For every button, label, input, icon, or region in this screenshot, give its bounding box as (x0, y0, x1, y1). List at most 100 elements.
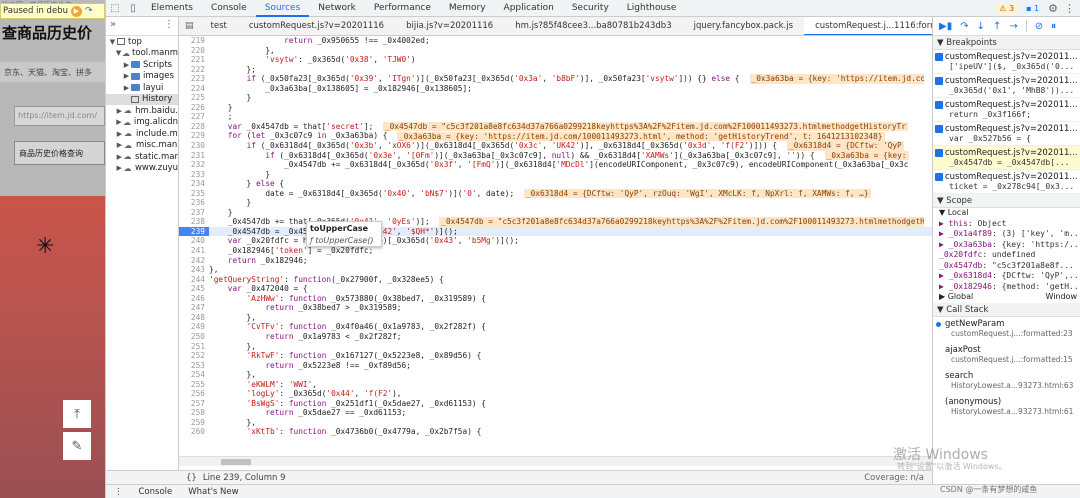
line-number[interactable]: 242 (179, 256, 209, 266)
line-number[interactable]: 232 (179, 160, 209, 170)
scope-variable[interactable]: ▶ this: Object (933, 219, 1080, 230)
back-to-top-icon[interactable]: ⤒ (63, 400, 91, 428)
collapsed-arrow-icon[interactable]: ▶ (115, 107, 124, 115)
breakpoint-checkbox[interactable] (935, 101, 943, 109)
line-number[interactable]: 231 (179, 151, 209, 161)
tree-item[interactable]: ▼ top (106, 36, 178, 48)
tree-item[interactable]: ▶ ☁ misc.man (106, 140, 178, 152)
line-number[interactable]: 257 (179, 399, 209, 409)
toggle-navigator-icon[interactable]: ▤ (179, 21, 200, 31)
line-number[interactable]: 238 (179, 217, 209, 227)
expanded-arrow-icon[interactable]: ▼ (115, 49, 122, 57)
line-number[interactable]: 236 (179, 198, 209, 208)
message-badge[interactable]: ▪ 1 (1023, 3, 1043, 13)
line-number[interactable]: 244 (179, 275, 209, 285)
tree-item[interactable]: ▼ ☁ tool.manm (106, 48, 178, 60)
code-line[interactable]: 225 } (179, 93, 932, 103)
line-number[interactable]: 222 (179, 65, 209, 75)
braces-icon[interactable]: {} (106, 473, 203, 483)
callstack-frame[interactable]: getNewParam customRequest.j...:formatted:… (933, 317, 1080, 343)
code-line[interactable]: 254 }, (179, 370, 932, 380)
code-line[interactable]: 233 } (179, 170, 932, 180)
step-over-icon[interactable]: ↷ (85, 6, 93, 16)
inspect-icon[interactable]: ⬚ (106, 3, 124, 14)
code-line[interactable]: 253 return _0x5223e8 !== _0xf89d56; (179, 361, 932, 371)
file-tab-test[interactable]: test (200, 17, 238, 35)
more-icon[interactable]: ⋮ (1064, 2, 1075, 15)
scope-header[interactable]: ▼ Scope (933, 194, 1080, 208)
line-number[interactable]: 219 (179, 36, 209, 46)
breakpoint-item[interactable]: customRequest.js?v=202011... _0x365d('0x1… (933, 74, 1080, 98)
line-number[interactable]: 239 (179, 226, 209, 237)
line-number[interactable]: 259 (179, 418, 209, 428)
tree-item[interactable]: ▶ ☁ static.mar (106, 151, 178, 163)
deactivate-breakpoints-icon[interactable]: ⊘ (1035, 21, 1043, 32)
breakpoint-item[interactable]: customRequest.js?v=202011... ['ipeUV']($,… (933, 50, 1080, 74)
scope-variable[interactable]: ▶ _0x3a63ba: {key: 'https:/... (933, 240, 1080, 251)
collapsed-arrow-icon[interactable]: ▶ (115, 141, 124, 149)
breakpoint-checkbox[interactable] (935, 125, 943, 133)
tree-item[interactable]: History (106, 93, 178, 105)
code-line[interactable]: 240 var _0x20fdfc = hex_md5(_0x4547db)[_… (179, 236, 932, 246)
code-line[interactable]: 243}, (179, 265, 932, 275)
current-execution-line[interactable]: 239 _0x4547db = _0x4547db[_0x365d('0x42'… (179, 226, 932, 237)
line-number[interactable]: 225 (179, 93, 209, 103)
breakpoint-checkbox[interactable] (935, 173, 943, 181)
platform-nav[interactable]: 京东、天猫、淘宝、拼多 (0, 62, 105, 82)
callstack-frame[interactable]: (anonymous) HistoryLowest.a...93273.html:… (933, 395, 1080, 421)
file-tab-hm[interactable]: hm.js?85f48cee3...ba80781b243db3 (504, 17, 682, 35)
scope-local[interactable]: ▼ Local (933, 208, 1080, 219)
step-icon[interactable]: → (1009, 21, 1017, 32)
code-line[interactable]: 249 'CvTFv': function _0x4f0a46(_0x1a978… (179, 322, 932, 332)
breakpoint-item[interactable]: customRequest.js?v=202011... _0x4547db = … (933, 146, 1080, 170)
file-tab-fancybox[interactable]: jquery.fancybox.pack.js (683, 17, 804, 35)
settings-icon[interactable]: ⚙ (1048, 2, 1058, 15)
code-line[interactable]: 237 } (179, 208, 932, 218)
expanded-arrow-icon[interactable]: ▼ (108, 38, 117, 46)
code-line[interactable]: 220 }, (179, 46, 932, 56)
tree-item[interactable]: ▶ ☁ www.zuyu (106, 163, 178, 175)
collapsed-arrow-icon[interactable]: ▶ (122, 72, 131, 80)
code-line[interactable]: 224 _0x3a63ba[_0x138605] = _0x182946[_0x… (179, 84, 932, 94)
line-number[interactable]: 241 (179, 246, 209, 256)
line-number[interactable]: 229 (179, 131, 209, 141)
tab-elements[interactable]: Elements (142, 0, 202, 17)
step-into-icon[interactable]: ↓ (977, 21, 985, 32)
callstack-frame[interactable]: ajaxPost customRequest.j...:formatted:15 (933, 343, 1080, 369)
tab-sources[interactable]: Sources (255, 0, 310, 17)
line-number[interactable]: 249 (179, 322, 209, 332)
code-line[interactable]: 226 } (179, 103, 932, 113)
line-number[interactable]: 240 (179, 236, 209, 246)
line-number[interactable]: 224 (179, 84, 209, 94)
line-number[interactable]: 235 (179, 189, 209, 199)
tree-item[interactable]: ▶ layui (106, 82, 178, 94)
collapsed-arrow-icon[interactable]: ▶ (122, 61, 131, 69)
drawer-tab-whats-new[interactable]: What's New (180, 487, 246, 497)
scrollbar-thumb[interactable] (221, 459, 251, 465)
scope-variable[interactable]: _0x4547db: "c5c3f201a8e8f... (933, 261, 1080, 272)
code-line[interactable]: 258 return _0x5dae27 == _0xd61153; (179, 408, 932, 418)
tree-item[interactable]: ▶ images (106, 71, 178, 83)
line-number[interactable]: 223 (179, 74, 209, 84)
code-line[interactable]: 251 }, (179, 342, 932, 352)
scope-variable[interactable]: ▶ _0x6318d4: {DCftw: 'QyP',... (933, 271, 1080, 282)
scope-global[interactable]: ▶ Global Window (933, 292, 1080, 303)
code-line[interactable]: 250 return _0x1a9783 < _0x2f282f; (179, 332, 932, 342)
line-number[interactable]: 260 (179, 427, 209, 437)
breakpoints-header[interactable]: ▼ Breakpoints (933, 36, 1080, 50)
collapsed-arrow-icon[interactable]: ▶ (115, 118, 123, 126)
breakpoint-checkbox[interactable] (935, 77, 943, 85)
collapsed-arrow-icon[interactable]: ▶ (115, 164, 124, 172)
collapsed-arrow-icon[interactable]: ▶ (115, 153, 124, 161)
code-line[interactable]: 260 'xKtTb': function _0x4736b0(_0x4779a… (179, 427, 932, 437)
breakpoint-item[interactable]: customRequest.js?v=202011... var _0x527b5… (933, 122, 1080, 146)
tree-item[interactable]: ▶ ☁ hm.baidu. (106, 105, 178, 117)
code-line[interactable]: 222 }; (179, 65, 932, 75)
breakpoint-checkbox[interactable] (935, 53, 943, 61)
more-tabs-icon[interactable]: » (110, 19, 116, 30)
tree-item[interactable]: ▶ ☁ include.m (106, 128, 178, 140)
line-number[interactable]: 237 (179, 208, 209, 218)
tree-item[interactable]: ▶ Scripts (106, 59, 178, 71)
line-number[interactable]: 250 (179, 332, 209, 342)
file-tab-bijia[interactable]: bijia.js?v=20201116 (395, 17, 504, 35)
